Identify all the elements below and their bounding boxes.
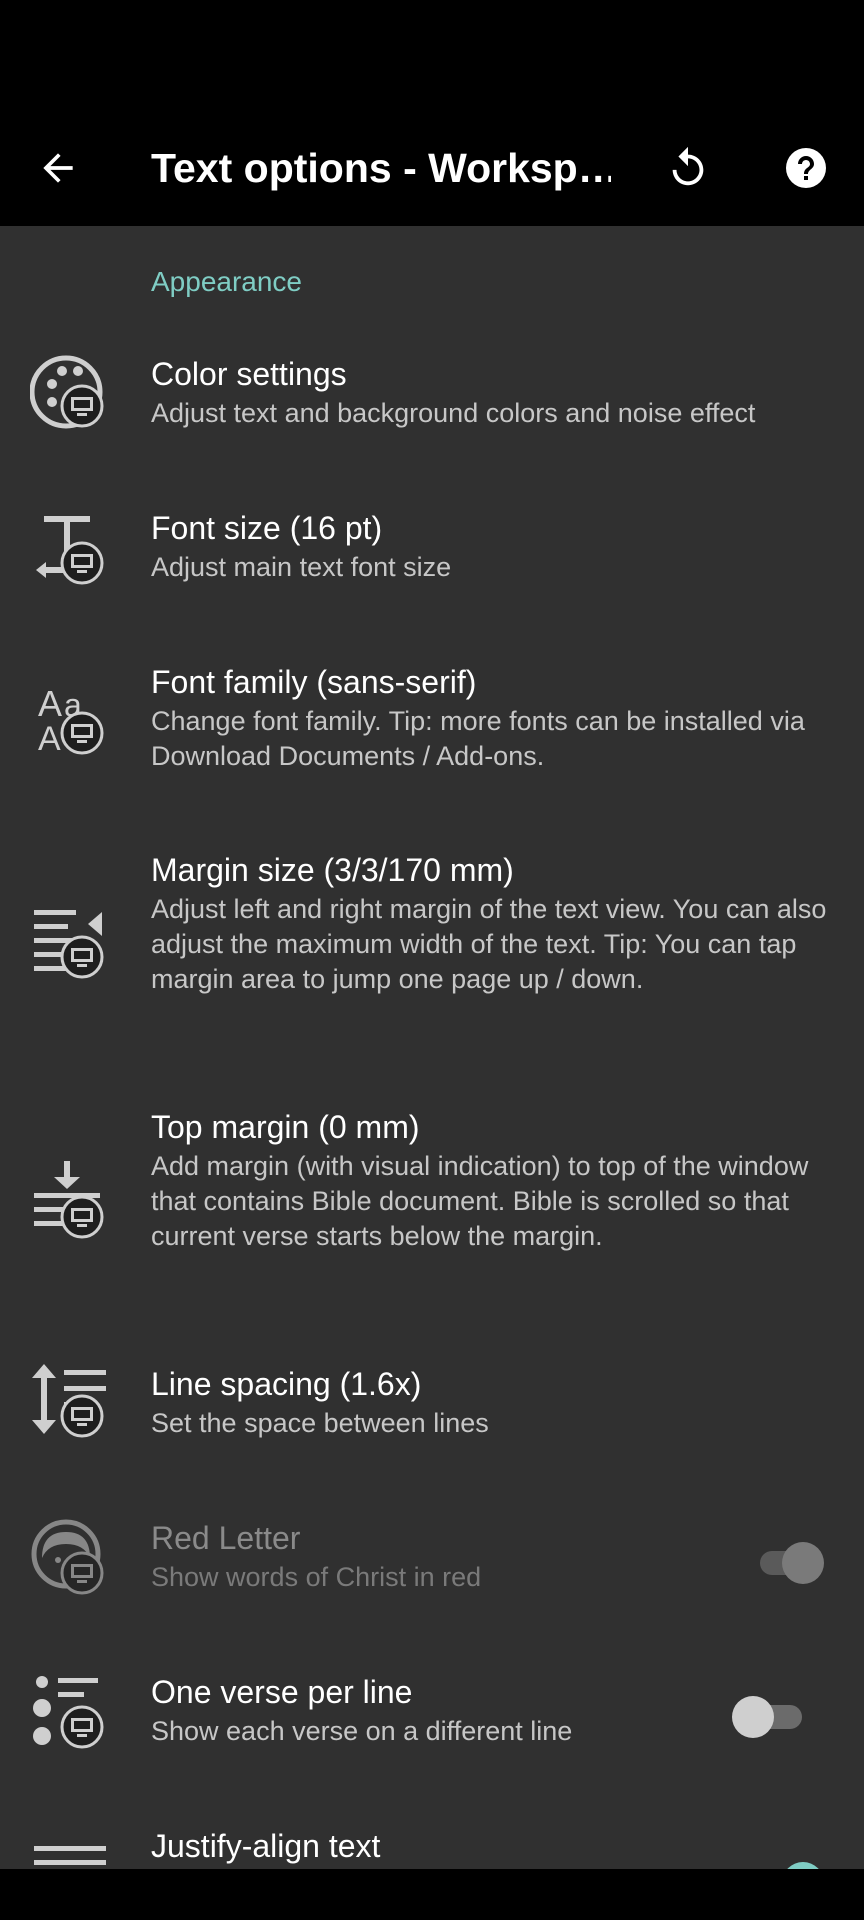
pref-title: Font size (16 pt) [151,510,383,546]
margin-icon [34,910,104,979]
justify-icon [34,1846,106,1865]
pref-summary: Show words of Christ in red [151,1562,482,1592]
pref-summary: Set the space between lines [151,1408,489,1438]
list-icon [33,1676,104,1749]
christ-face-icon [31,1519,104,1595]
pref-title: Line spacing (1.6x) [151,1366,422,1402]
pref-title: Red Letter [151,1520,301,1556]
pref-summary: Add margin (with visual indication) to t… [151,1151,809,1251]
help-button[interactable] [766,128,846,208]
font-size-icon [36,516,104,585]
pref-summary: Adjust text and background colors and no… [151,398,756,428]
justify-align-switch[interactable] [748,1858,828,1869]
pref-font-size[interactable]: Font size (16 pt) Adjust main text font … [0,508,864,608]
one-verse-per-line-switch[interactable] [732,1692,814,1742]
settings-list: Appearance Color settings Adjust text an… [0,226,864,1869]
pref-color-settings[interactable]: Color settings Adjust text and backgroun… [0,354,864,454]
back-button[interactable] [18,128,98,208]
pref-line-spacing[interactable]: Line spacing (1.6x) Set the space betwee… [0,1364,864,1464]
palette-icon [30,355,104,429]
pref-title: Top margin (0 mm) [151,1109,420,1145]
pref-top-margin[interactable]: Top margin (0 mm) Add margin (with visua… [0,1107,864,1297]
navigation-bar [0,1869,864,1920]
pref-red-letter[interactable]: Red Letter Show words of Christ in red [0,1518,864,1618]
svg-text:A: A [38,720,61,758]
help-circle-icon [786,148,826,188]
pref-justify-align-text[interactable]: Justify-align text [0,1826,864,1869]
app-bar: Text options - Worksp… [0,110,864,226]
pref-summary: Show each verse on a different line [151,1716,573,1746]
page-title: Text options - Worksp… [151,145,611,191]
pref-title: Color settings [151,356,347,392]
font-family-icon: A a A [38,683,104,758]
line-spacing-icon [32,1364,106,1438]
pref-summary: Adjust left and right margin of the text… [151,894,827,994]
pref-summary: Change font family. Tip: more fonts can … [151,706,805,771]
arrow-left-icon [43,153,73,183]
reset-button[interactable] [648,128,728,208]
pref-title: Font family (sans-serif) [151,664,477,700]
pref-summary: Adjust main text font size [151,552,452,582]
pref-title: Margin size (3/3/170 mm) [151,852,514,888]
pref-title: One verse per line [151,1674,413,1710]
pref-title: Justify-align text [151,1828,381,1864]
red-letter-switch[interactable] [748,1538,828,1588]
reset-icon [672,146,704,186]
status-bar [0,0,864,110]
svg-text:A: A [38,683,62,724]
pref-margin-size[interactable]: Margin size (3/3/170 mm) Adjust left and… [0,850,864,1040]
pref-one-verse-per-line[interactable]: One verse per line Show each verse on a … [0,1672,864,1772]
pref-font-family[interactable]: A a A Font family (sans-serif) Change fo… [0,662,864,782]
section-header-appearance: Appearance [151,266,303,297]
top-margin-icon [34,1161,104,1239]
